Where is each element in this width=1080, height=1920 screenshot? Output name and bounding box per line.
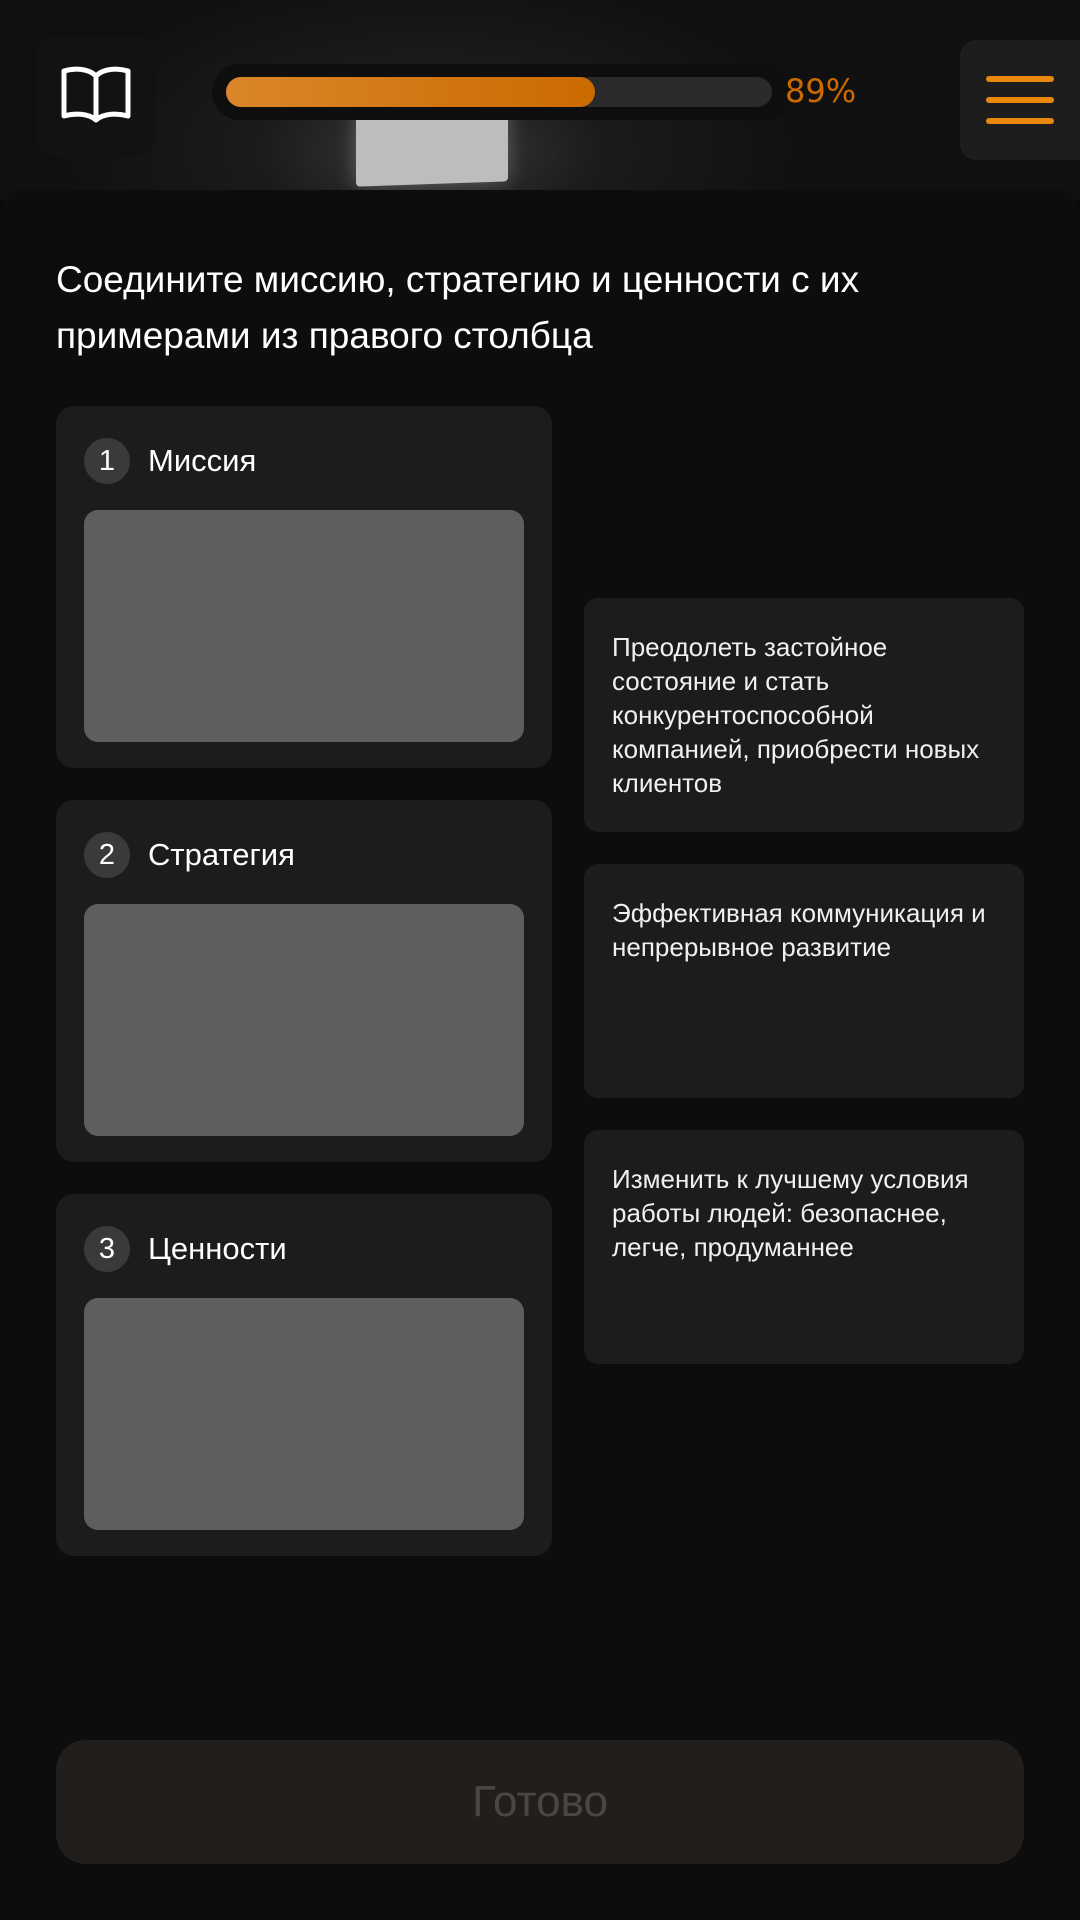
target-header: 3 Ценности <box>84 1226 287 1272</box>
screen: 89% Соедините миссию, стратегию и ценнос… <box>0 0 1080 1920</box>
progress-fill <box>226 77 596 107</box>
drop-slot-strategy[interactable] <box>84 904 524 1136</box>
hamburger-menu-icon <box>986 76 1054 82</box>
drop-slot-mission[interactable] <box>84 510 524 742</box>
book-button[interactable] <box>36 36 156 156</box>
hamburger-line <box>986 118 1054 124</box>
target-header: 2 Стратегия <box>84 832 295 878</box>
done-button[interactable]: Готово <box>56 1740 1024 1864</box>
number-badge: 1 <box>84 438 130 484</box>
progress-bar <box>212 64 792 120</box>
target-card-mission: 1 Миссия <box>56 406 552 768</box>
option-card[interactable]: Эффективная коммуникация и непрерывное р… <box>584 864 1024 1098</box>
progress-track <box>226 77 772 107</box>
option-card[interactable]: Преодолеть застойное состояние и стать к… <box>584 598 1024 832</box>
number-badge: 2 <box>84 832 130 878</box>
progress-percent: 89% <box>785 72 857 110</box>
option-card[interactable]: Изменить к лучшему условия работы людей:… <box>584 1130 1024 1364</box>
target-label: Стратегия <box>148 837 295 872</box>
target-header: 1 Миссия <box>84 438 256 484</box>
number-badge: 3 <box>84 1226 130 1272</box>
task-title: Соедините миссию, стратегию и ценности с… <box>56 259 860 356</box>
task-panel: Соедините миссию, стратегию и ценности с… <box>0 190 1080 1920</box>
open-book-icon <box>60 64 132 128</box>
hamburger-line <box>986 97 1054 103</box>
menu-button[interactable] <box>960 40 1080 160</box>
drop-slot-values[interactable] <box>84 1298 524 1530</box>
target-card-values: 3 Ценности <box>56 1194 552 1556</box>
target-label: Миссия <box>148 443 257 478</box>
target-label: Ценности <box>148 1231 287 1266</box>
target-card-strategy: 2 Стратегия <box>56 800 552 1162</box>
top-bar: 89% <box>0 0 1080 200</box>
